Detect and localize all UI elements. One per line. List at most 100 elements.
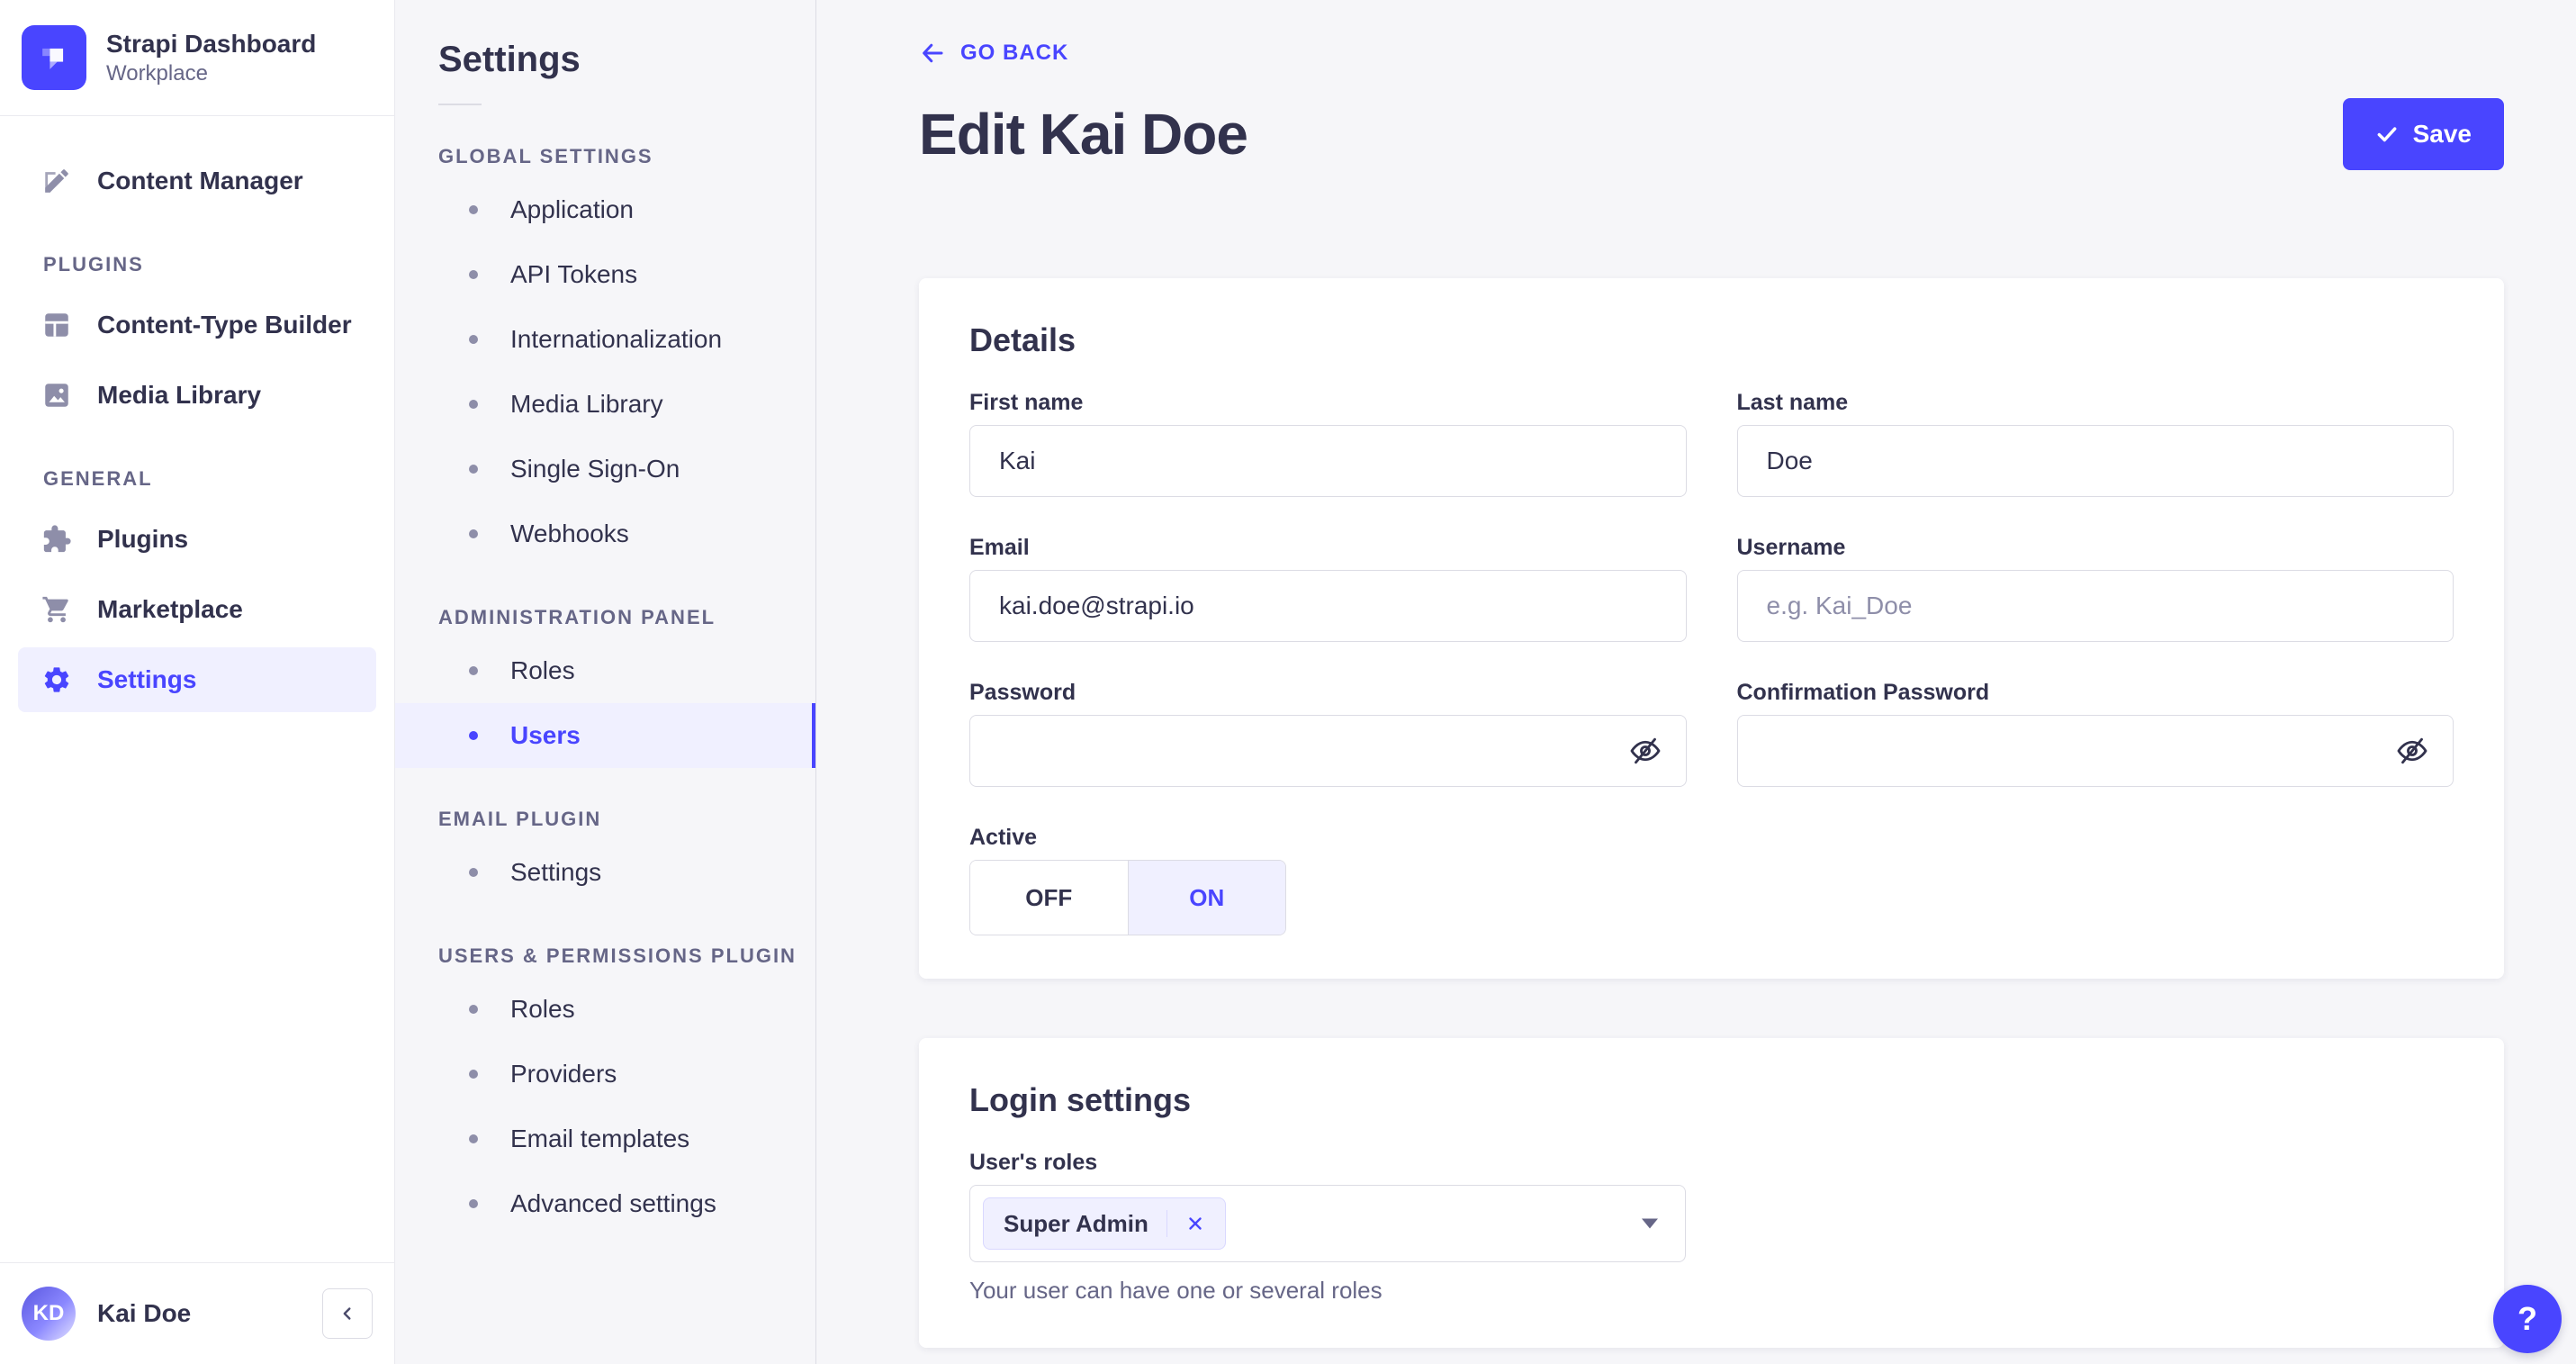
sidebar-item-label: Plugins [97,525,189,553]
save-button-label: Save [2412,120,2472,148]
subnav-item-single-sign-on[interactable]: Single Sign-On [395,437,815,501]
eye-off-icon [1630,737,1660,764]
first-name-input[interactable] [969,425,1687,497]
active-toggle-on[interactable]: ON [1127,861,1285,935]
last-name-input[interactable] [1736,425,2454,497]
go-back-link[interactable]: GO BACK [919,40,1068,67]
subnav-item-application[interactable]: Application [395,177,815,242]
subnav-item-label: Providers [510,1060,617,1088]
chevron-left-icon [343,1307,351,1320]
login-settings-card: Login settings User's roles Super Admin … [919,1038,2504,1348]
subnav-item-users[interactable]: Users [395,703,815,768]
active-toggle[interactable]: OFF ON [969,860,1286,935]
bullet-icon [469,1005,478,1014]
puzzle-icon [43,525,71,553]
subnav-section-users-permissions-plugin: USERS & PERMISSIONS PLUGIN [438,944,797,967]
sidebar-item-content-manager[interactable]: Content Manager [18,149,376,213]
bullet-icon [469,666,478,675]
password-label: Password [969,680,1076,705]
password-field-group: Password [969,680,1687,787]
save-button[interactable]: Save [2342,98,2504,170]
bullet-icon [469,205,478,214]
toggle-password-visibility-button[interactable] [1629,735,1662,767]
subnav-item-webhooks[interactable]: Webhooks [395,501,815,566]
bullet-icon [469,270,478,279]
bullet-icon [469,465,478,474]
confirmation-password-label: Confirmation Password [1736,680,1990,705]
subnav-item-label: Email templates [510,1125,690,1152]
subnav-item-label: Advanced settings [510,1189,716,1217]
subnav-item-roles-up[interactable]: Roles [395,977,815,1042]
collapse-sidebar-button[interactable] [322,1288,373,1339]
toggle-confirmation-password-visibility-button[interactable] [2396,735,2428,767]
page-title: Edit Kai Doe [919,102,1248,167]
avatar[interactable]: KD [22,1287,76,1341]
subnav-item-media-library[interactable]: Media Library [395,372,815,437]
header-row: Edit Kai Doe Save [919,98,2504,170]
subnav-divider [438,104,482,105]
sidebar-item-label: Media Library [97,381,262,409]
brand[interactable]: Strapi Dashboard Workplace [0,0,394,116]
confirmation-password-field-group: Confirmation Password [1736,680,2454,787]
subnav-item-advanced-settings[interactable]: Advanced settings [395,1171,815,1236]
user-roles-label: User's roles [969,1150,1098,1175]
sidebar-item-settings[interactable]: Settings [18,647,376,712]
subnav-title: Settings [438,40,581,79]
confirmation-password-input-wrap [1736,715,2454,787]
subnav-item-providers[interactable]: Providers [395,1042,815,1107]
cart-icon [42,596,68,623]
last-name-field-group: Last name [1736,390,2454,497]
sidebar-item-label: Content Manager [97,167,303,194]
subnav-item-label: Users [510,721,581,749]
user-roles-field-group: User's roles Super Admin Your user can h… [969,1150,1686,1305]
last-name-label: Last name [1736,390,1849,415]
subnav-item-label: Roles [510,995,575,1023]
sidebar-item-label: Content-Type Builder [97,311,352,339]
bullet-icon [469,731,478,740]
active-toggle-off[interactable]: OFF [970,861,1128,935]
subnav-item-internationalization[interactable]: Internationalization [395,307,815,372]
arrow-left-icon [923,43,943,63]
help-button[interactable]: ? [2493,1285,2562,1353]
remove-tag-icon[interactable] [1185,1214,1205,1233]
main-content: GO BACK Edit Kai Doe Save Details First … [816,0,2576,1364]
email-input[interactable] [969,570,1687,642]
subnav-section-global-settings: GLOBAL SETTINGS [438,145,653,167]
user-roles-select[interactable]: Super Admin [969,1185,1686,1262]
sidebar-item-media-library[interactable]: Media Library [18,363,376,428]
subnav-item-roles-admin[interactable]: Roles [395,638,815,703]
subnav-item-label: Webhooks [510,519,629,547]
subnav-item-label: API Tokens [510,260,638,288]
username-input[interactable] [1736,570,2454,642]
sidebar-section-plugins: PLUGINS [43,253,144,276]
role-tag-super-admin: Super Admin [983,1197,1226,1250]
bullet-icon [469,335,478,344]
details-card-title: Details [969,321,1076,358]
settings-subnav: Settings GLOBAL SETTINGS Application API… [395,0,816,1364]
workspace-label: Workplace [106,60,208,86]
subnav-item-label: Internationalization [510,325,723,353]
subnav-item-api-tokens[interactable]: API Tokens [395,242,815,307]
eye-off-icon [2397,737,2427,764]
sidebar-item-content-type-builder[interactable]: Content-Type Builder [18,293,376,357]
details-card: Details First name Last name Email Usern… [919,278,2504,979]
check-icon [2377,127,2396,142]
username-label: Username [1736,535,1846,560]
subnav-item-email-templates[interactable]: Email templates [395,1107,815,1171]
active-field-group: Active OFF ON [969,825,1687,935]
first-name-label: First name [969,390,1084,415]
login-settings-title: Login settings [969,1081,1191,1118]
sidebar-item-label: Marketplace [97,595,243,623]
bullet-icon [469,868,478,877]
bullet-icon [469,1070,478,1079]
username-field-group: Username [1736,535,2454,642]
active-label: Active [969,825,1038,850]
sidebar-item-marketplace[interactable]: Marketplace [18,577,376,642]
bullet-icon [469,400,478,409]
subnav-item-email-settings[interactable]: Settings [395,840,815,905]
sidebar-item-plugins[interactable]: Plugins [18,507,376,572]
confirmation-password-input[interactable] [1736,715,2454,787]
strapi-logo-icon [42,48,64,69]
bullet-icon [469,1134,478,1143]
password-input[interactable] [969,715,1687,787]
